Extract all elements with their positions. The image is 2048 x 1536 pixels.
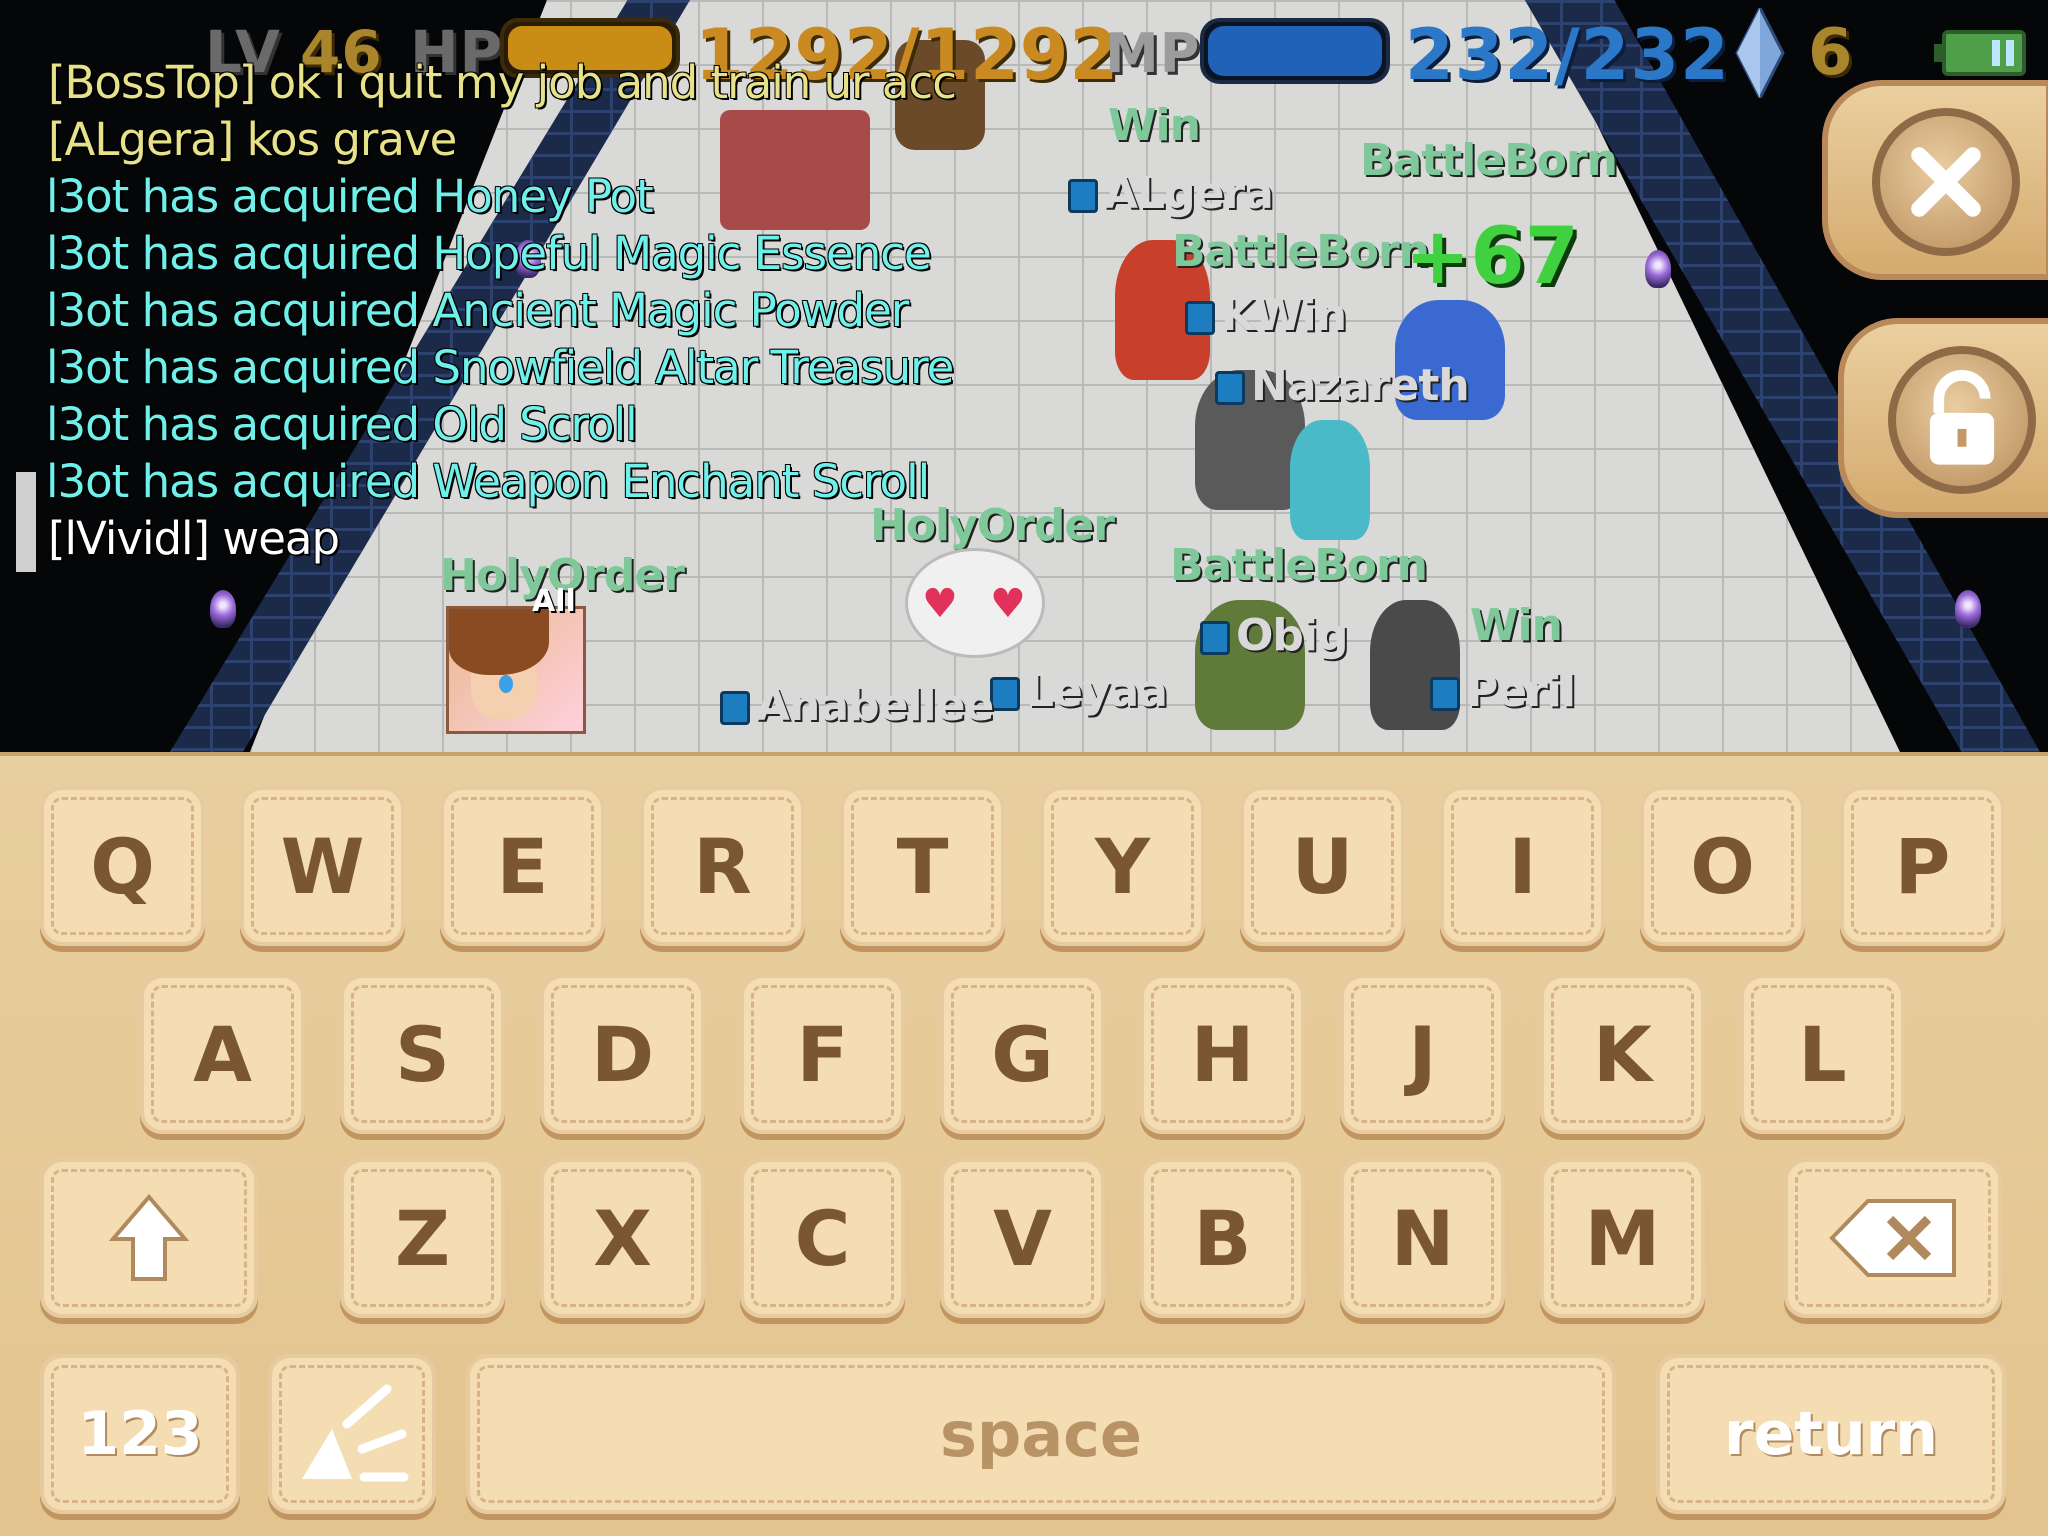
player-name[interactable]: Nazareth xyxy=(1215,360,1470,411)
backspace-icon xyxy=(1829,1199,1956,1277)
player-name[interactable]: Win xyxy=(1108,100,1201,151)
chat-channel-tag[interactable]: All xyxy=(532,584,576,619)
torch-icon xyxy=(1955,590,1981,628)
on-screen-keyboard: QWERTYUIOP ASDFGHJKL ZXCVBNM 123 space r… xyxy=(0,752,2048,1536)
key-s[interactable]: S xyxy=(340,974,505,1134)
key-r[interactable]: R xyxy=(640,786,805,946)
key-y[interactable]: Y xyxy=(1040,786,1205,946)
key-g[interactable]: G xyxy=(940,974,1105,1134)
player-name-label: KWin xyxy=(1221,290,1347,341)
key-p[interactable]: P xyxy=(1840,786,2005,946)
mp-label: MP xyxy=(1105,22,1201,85)
backspace-key[interactable] xyxy=(1784,1158,2002,1318)
key-f[interactable]: F xyxy=(740,974,905,1134)
space-key[interactable]: space xyxy=(466,1354,1616,1514)
player-sprite[interactable] xyxy=(1290,420,1370,540)
chat-message: l3ot has acquired Hopeful Magic Essence xyxy=(46,227,932,280)
key-e[interactable]: E xyxy=(440,786,605,946)
emote-icon xyxy=(302,1384,409,1482)
heart-icon: ♥ xyxy=(990,581,1026,627)
player-name[interactable]: Obig xyxy=(1200,610,1348,661)
guild-icon xyxy=(720,691,750,725)
chat-message: [lVividl] weap xyxy=(48,512,340,565)
close-icon xyxy=(1911,147,1981,217)
key-b[interactable]: B xyxy=(1140,1158,1305,1318)
key-x[interactable]: X xyxy=(540,1158,705,1318)
player-name[interactable]: Win xyxy=(1470,600,1563,651)
mp-value: 232/232 xyxy=(1405,14,1730,96)
key-a[interactable]: A xyxy=(140,974,305,1134)
guild-icon xyxy=(990,677,1020,711)
heart-icon: ♥ xyxy=(922,581,958,627)
key-n[interactable]: N xyxy=(1340,1158,1505,1318)
guild-icon xyxy=(1068,179,1098,213)
chat-message: l3ot has acquired Weapon Enchant Scroll xyxy=(46,455,930,508)
player-name-label: Anabellee xyxy=(756,680,994,731)
shift-arrow-icon xyxy=(109,1193,189,1281)
numbers-key[interactable]: 123 xyxy=(40,1354,240,1514)
player-name[interactable]: ALgera xyxy=(1068,168,1274,219)
guild-icon xyxy=(1185,301,1215,335)
gem-count: 6 xyxy=(1808,16,1854,90)
player-name-label: ALgera xyxy=(1104,168,1274,219)
key-t[interactable]: T xyxy=(840,786,1005,946)
chat-log: [BossTop] ok i quit my job and train ur … xyxy=(46,54,1008,567)
player-name[interactable]: BattleBorn xyxy=(1172,226,1430,277)
chat-message: l3ot has acquired Old Scroll xyxy=(46,398,638,451)
chat-message: l3ot has acquired Honey Pot xyxy=(46,170,654,223)
battery-icon xyxy=(1934,30,2026,76)
key-v[interactable]: V xyxy=(940,1158,1105,1318)
guild-icon xyxy=(1200,621,1230,655)
chat-message: l3ot has acquired Snowfield Altar Treasu… xyxy=(46,341,954,394)
key-d[interactable]: D xyxy=(540,974,705,1134)
key-i[interactable]: I xyxy=(1440,786,1605,946)
mp-bar xyxy=(1200,18,1390,84)
guild-icon xyxy=(1430,677,1460,711)
close-button[interactable] xyxy=(1822,80,2048,280)
player-name[interactable]: KWin xyxy=(1185,290,1347,341)
chat-avatar[interactable] xyxy=(446,606,586,734)
shift-key[interactable] xyxy=(40,1158,258,1318)
diamond-gem-icon xyxy=(1735,8,1785,98)
key-l[interactable]: L xyxy=(1740,974,1905,1134)
emote-key[interactable] xyxy=(268,1354,436,1514)
key-q[interactable]: Q xyxy=(40,786,205,946)
player-name[interactable]: BattleBorn xyxy=(1360,135,1618,186)
torch-icon xyxy=(210,590,236,628)
key-j[interactable]: J xyxy=(1340,974,1505,1134)
mp-bar-fill xyxy=(1208,26,1382,76)
player-name-label: Leyaa xyxy=(1026,666,1168,717)
player-name[interactable]: Anabellee xyxy=(720,680,994,731)
unlock-icon xyxy=(1929,370,1995,465)
chat-message: [ALgera] kos grave xyxy=(48,113,457,166)
guild-icon xyxy=(1215,371,1245,405)
player-name[interactable]: BattleBorn xyxy=(1170,540,1428,591)
chat-lock-button[interactable] xyxy=(1838,318,2048,518)
player-name[interactable]: Leyaa xyxy=(990,666,1168,717)
player-name-label: Peril xyxy=(1466,666,1576,717)
player-name-label: Obig xyxy=(1236,610,1348,661)
game-viewport[interactable]: Win ALgera BattleBorn BattleBorn KWin Na… xyxy=(0,0,2048,752)
key-h[interactable]: H xyxy=(1140,974,1305,1134)
player-name-label: Nazareth xyxy=(1251,360,1470,411)
lock-button-face xyxy=(1888,346,2036,494)
key-o[interactable]: O xyxy=(1640,786,1805,946)
close-button-face xyxy=(1872,108,2020,256)
chat-message: l3ot has acquired Ancient Magic Powder xyxy=(46,284,909,337)
key-z[interactable]: Z xyxy=(340,1158,505,1318)
key-k[interactable]: K xyxy=(1540,974,1705,1134)
key-m[interactable]: M xyxy=(1540,1158,1705,1318)
damage-number: +67 xyxy=(1405,212,1579,302)
key-u[interactable]: U xyxy=(1240,786,1405,946)
key-w[interactable]: W xyxy=(240,786,405,946)
chat-message: [BossTop] ok i quit my job and train ur … xyxy=(48,56,957,109)
player-name[interactable]: Peril xyxy=(1430,666,1576,717)
avatar-eye xyxy=(499,675,513,693)
return-key[interactable]: return xyxy=(1656,1354,2006,1514)
torch-icon xyxy=(1645,250,1671,288)
key-c[interactable]: C xyxy=(740,1158,905,1318)
chat-scrollbar[interactable] xyxy=(16,472,36,572)
